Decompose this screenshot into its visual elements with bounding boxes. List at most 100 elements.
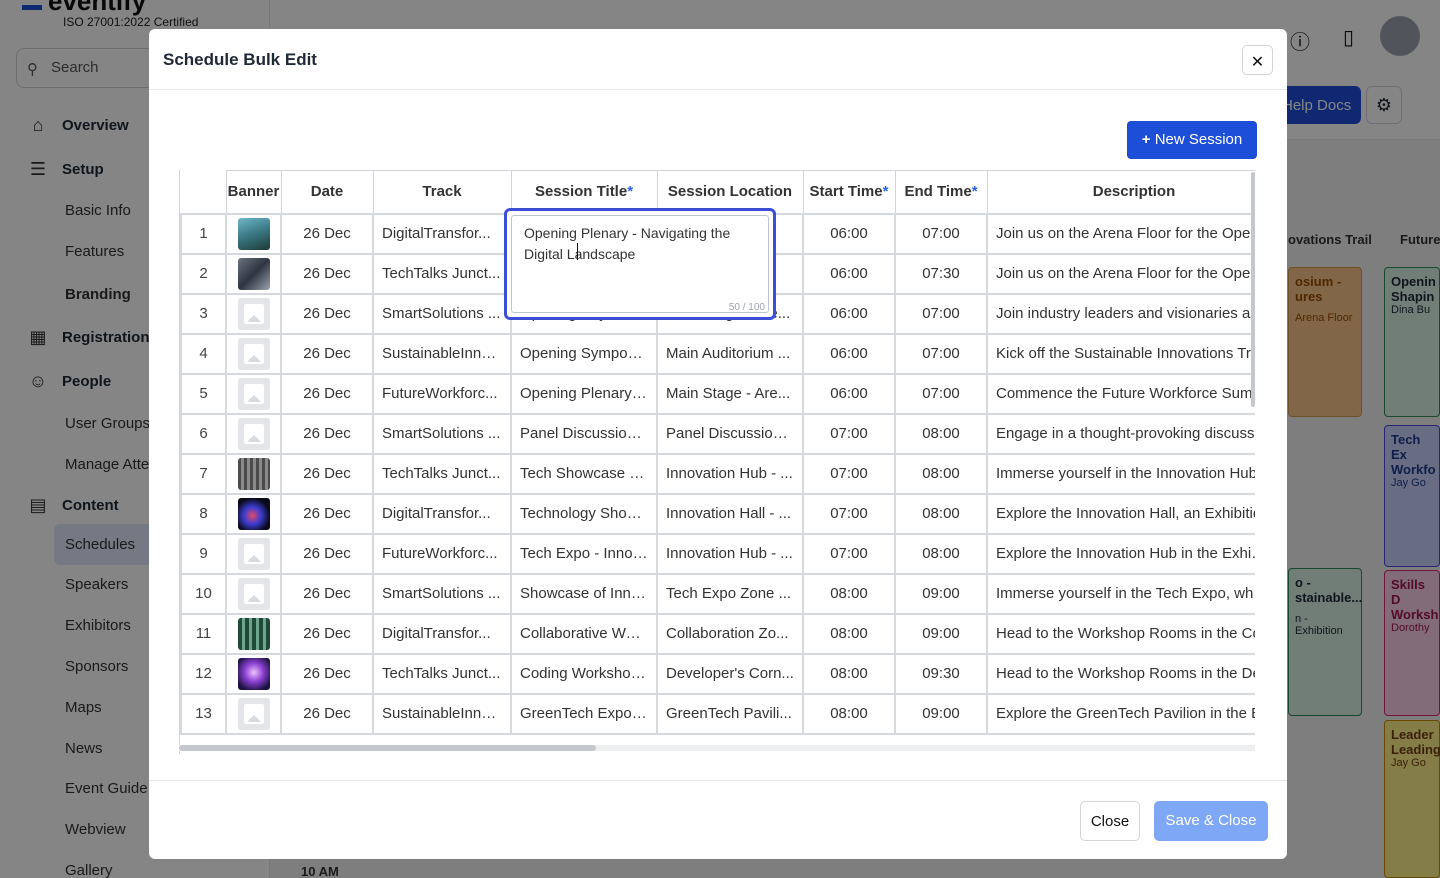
banner-cell[interactable]	[225, 652, 282, 695]
end-time-cell[interactable]: 07:00	[894, 292, 988, 335]
date-cell[interactable]: 26 Dec	[280, 332, 374, 375]
track-cell[interactable]: TechTalks Junct...	[372, 652, 512, 695]
track-cell[interactable]: TechTalks Junct...	[372, 252, 512, 295]
description-cell[interactable]: Kick off the Sustainable Innovations Tra…	[986, 332, 1255, 375]
column-header-end-time[interactable]: End Time*	[894, 170, 988, 214]
date-cell[interactable]: 26 Dec	[280, 212, 374, 255]
horizontal-scrollbar-thumb[interactable]	[179, 745, 596, 751]
date-cell[interactable]: 26 Dec	[280, 692, 374, 735]
description-cell[interactable]: Immerse yourself in the Tech Expo, where	[986, 572, 1255, 615]
description-cell[interactable]: Join us on the Arena Floor for the Openi…	[986, 252, 1255, 295]
session-title-cell[interactable]: Collaborative Worksh	[510, 612, 658, 655]
date-cell[interactable]: 26 Dec	[280, 412, 374, 455]
start-time-cell[interactable]: 06:00	[802, 372, 896, 415]
description-cell[interactable]: Head to the Workshop Rooms in the De	[986, 652, 1255, 695]
end-time-cell[interactable]: 07:00	[894, 212, 988, 255]
end-time-cell[interactable]: 07:30	[894, 252, 988, 295]
track-cell[interactable]: DigitalTransfor...	[372, 492, 512, 535]
banner-cell[interactable]	[225, 412, 282, 455]
description-cell[interactable]: Join us on the Arena Floor for the Openi…	[986, 212, 1255, 255]
start-time-cell[interactable]: 08:00	[802, 612, 896, 655]
date-cell[interactable]: 26 Dec	[280, 612, 374, 655]
column-header-date[interactable]: Date	[280, 170, 374, 214]
session-title-textarea[interactable]: Opening Plenary - Navigating the Digital…	[511, 215, 769, 313]
track-cell[interactable]: TechTalks Junct...	[372, 452, 512, 495]
start-time-cell[interactable]: 07:00	[802, 492, 896, 535]
description-cell[interactable]: Explore the Innovation Hall, an Exhibiti…	[986, 492, 1255, 535]
session-location-cell[interactable]: Innovation Hall - ...	[656, 492, 804, 535]
session-title-cell[interactable]: Panel Discussion - S	[510, 412, 658, 455]
date-cell[interactable]: 26 Dec	[280, 252, 374, 295]
track-cell[interactable]: DigitalTransfor...	[372, 212, 512, 255]
end-time-cell[interactable]: 09:30	[894, 652, 988, 695]
session-title-cell[interactable]: Showcase of Innovat	[510, 572, 658, 615]
column-header-description[interactable]: Description	[986, 170, 1255, 214]
close-icon[interactable]: ✕	[1242, 45, 1273, 75]
end-time-cell[interactable]: 07:00	[894, 372, 988, 415]
close-button[interactable]: Close	[1080, 801, 1140, 841]
session-title-cell-editor[interactable]: Opening Plenary - Navigating the Digital…	[504, 208, 776, 320]
banner-cell[interactable]	[225, 492, 282, 535]
track-cell[interactable]: SmartSolutions ...	[372, 292, 512, 335]
session-location-cell[interactable]: Innovation Hub - ...	[656, 452, 804, 495]
description-cell[interactable]: Head to the Workshop Rooms in the Co	[986, 612, 1255, 655]
track-cell[interactable]: FutureWorkforc...	[372, 372, 512, 415]
start-time-cell[interactable]: 07:00	[802, 452, 896, 495]
save-and-close-button[interactable]: Save & Close	[1154, 801, 1268, 841]
session-location-cell[interactable]: Tech Expo Zone ...	[656, 572, 804, 615]
column-header-banner[interactable]: Banner	[225, 170, 282, 214]
banner-cell[interactable]	[225, 372, 282, 415]
session-location-cell[interactable]: GreenTech Pavili...	[656, 692, 804, 735]
track-cell[interactable]: SmartSolutions ...	[372, 412, 512, 455]
date-cell[interactable]: 26 Dec	[280, 492, 374, 535]
date-cell[interactable]: 26 Dec	[280, 572, 374, 615]
banner-cell[interactable]	[225, 292, 282, 335]
session-title-cell[interactable]: Opening Symposium	[510, 332, 658, 375]
start-time-cell[interactable]: 08:00	[802, 572, 896, 615]
end-time-cell[interactable]: 08:00	[894, 452, 988, 495]
banner-cell[interactable]	[225, 332, 282, 375]
end-time-cell[interactable]: 08:00	[894, 532, 988, 575]
start-time-cell[interactable]: 06:00	[802, 292, 896, 335]
vertical-scrollbar[interactable]	[1251, 172, 1255, 407]
start-time-cell[interactable]: 07:00	[802, 532, 896, 575]
description-cell[interactable]: Engage in a thought-provoking discussion	[986, 412, 1255, 455]
start-time-cell[interactable]: 08:00	[802, 652, 896, 695]
banner-cell[interactable]	[225, 532, 282, 575]
end-time-cell[interactable]: 08:00	[894, 412, 988, 455]
end-time-cell[interactable]: 09:00	[894, 572, 988, 615]
banner-cell[interactable]	[225, 212, 282, 255]
session-title-cell[interactable]: GreenTech Expo - Sh	[510, 692, 658, 735]
description-cell[interactable]: Explore the Innovation Hub in the Exhibi…	[986, 532, 1255, 575]
banner-cell[interactable]	[225, 452, 282, 495]
end-time-cell[interactable]: 07:00	[894, 332, 988, 375]
session-title-cell[interactable]: Tech Showcase - Inn	[510, 452, 658, 495]
track-cell[interactable]: SmartSolutions ...	[372, 572, 512, 615]
new-session-button[interactable]: + New Session	[1127, 121, 1257, 159]
date-cell[interactable]: 26 Dec	[280, 372, 374, 415]
start-time-cell[interactable]: 06:00	[802, 212, 896, 255]
description-cell[interactable]: Commence the Future Workforce Summit	[986, 372, 1255, 415]
session-location-cell[interactable]: Panel Discussion ...	[656, 412, 804, 455]
start-time-cell[interactable]: 08:00	[802, 692, 896, 735]
banner-cell[interactable]	[225, 572, 282, 615]
banner-cell[interactable]	[225, 252, 282, 295]
date-cell[interactable]: 26 Dec	[280, 292, 374, 335]
session-title-cell[interactable]: Tech Expo - Innovati	[510, 532, 658, 575]
date-cell[interactable]: 26 Dec	[280, 652, 374, 695]
end-time-cell[interactable]: 09:00	[894, 612, 988, 655]
session-title-cell[interactable]: Technology Showcas	[510, 492, 658, 535]
banner-cell[interactable]	[225, 612, 282, 655]
description-cell[interactable]: Explore the GreenTech Pavilion in the E	[986, 692, 1255, 735]
date-cell[interactable]: 26 Dec	[280, 452, 374, 495]
session-location-cell[interactable]: Developer's Corn...	[656, 652, 804, 695]
start-time-cell[interactable]: 07:00	[802, 412, 896, 455]
banner-cell[interactable]	[225, 692, 282, 735]
description-cell[interactable]: Immerse yourself in the Innovation Hub	[986, 452, 1255, 495]
session-location-cell[interactable]: Main Stage - Are...	[656, 372, 804, 415]
start-time-cell[interactable]: 06:00	[802, 252, 896, 295]
end-time-cell[interactable]: 08:00	[894, 492, 988, 535]
track-cell[interactable]: SustainableInno...	[372, 692, 512, 735]
date-cell[interactable]: 26 Dec	[280, 532, 374, 575]
session-location-cell[interactable]: Main Auditorium ...	[656, 332, 804, 375]
